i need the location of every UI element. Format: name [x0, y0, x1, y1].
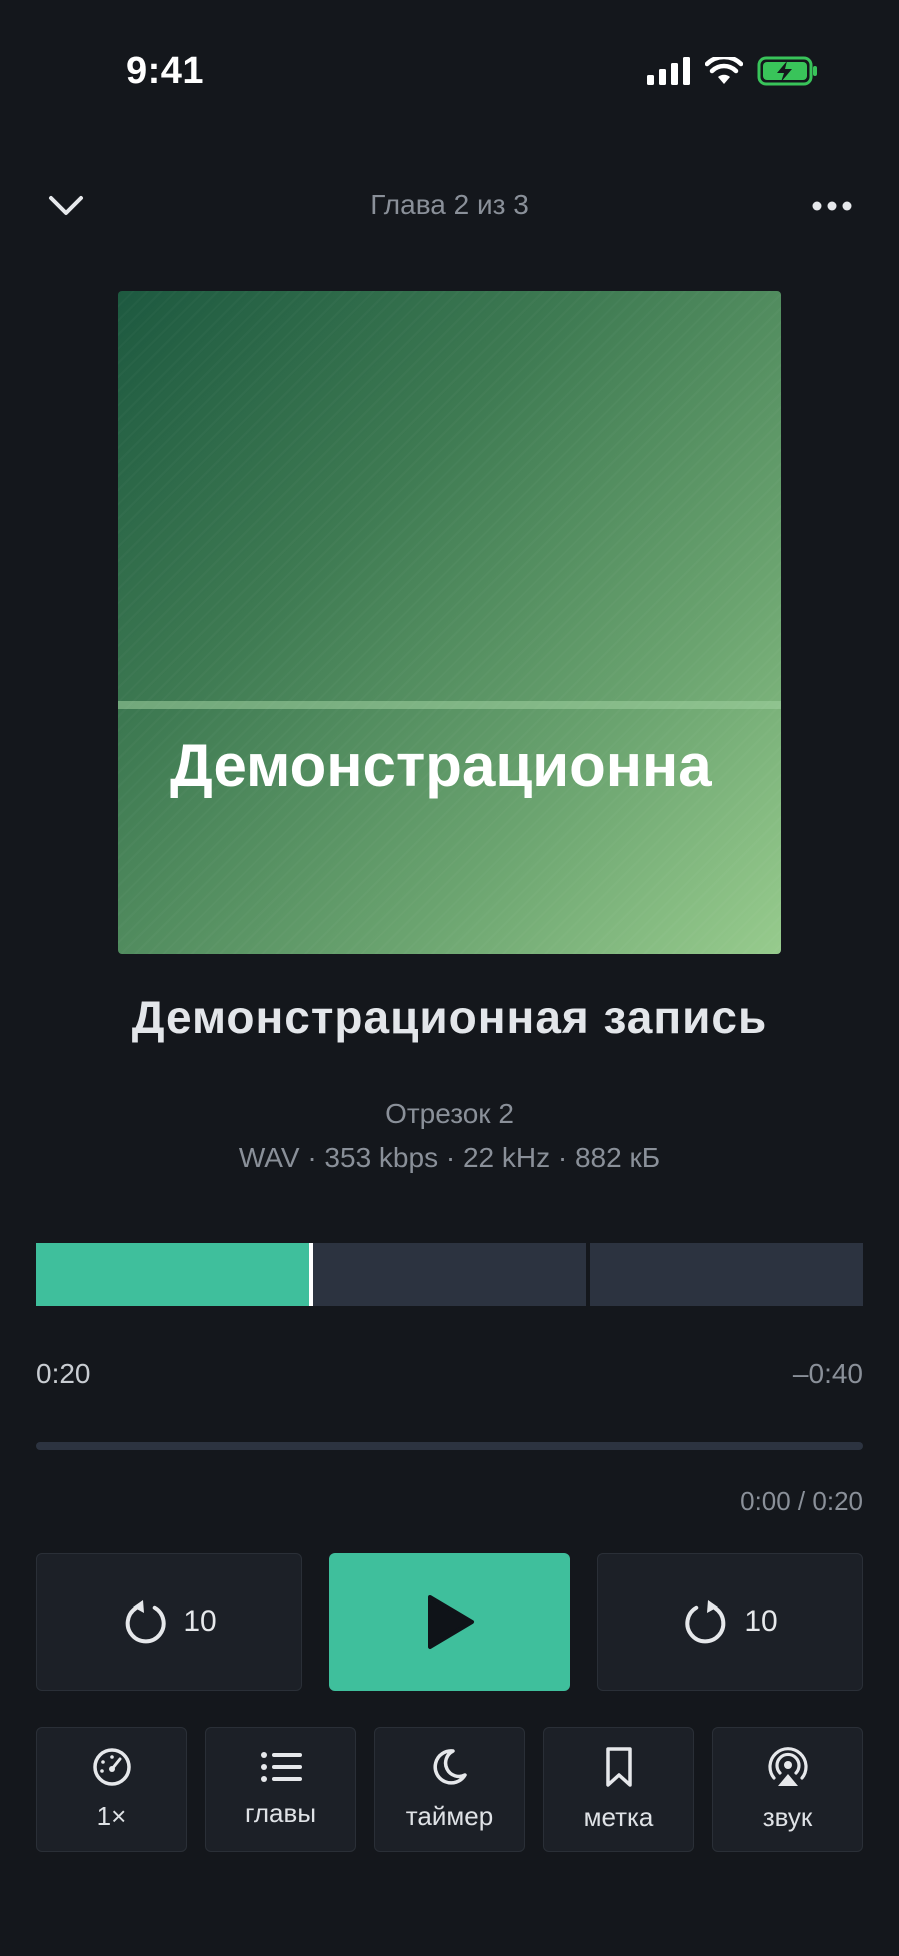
track-title: Демонстрационная запись: [131, 991, 768, 1043]
chapter-segment-3[interactable]: [590, 1243, 863, 1306]
moon-icon: [432, 1749, 467, 1785]
artwork-title: Демонстрационна: [170, 732, 712, 799]
remaining-time: –0:40: [792, 1358, 863, 1389]
chapters-button[interactable]: главы: [205, 1727, 356, 1852]
skip-forward-button[interactable]: 10: [597, 1553, 863, 1691]
wifi-icon: [705, 57, 743, 84]
artwork-divider: [118, 701, 781, 709]
more-horizontal-icon: [812, 201, 852, 211]
elapsed-time: 0:20: [36, 1358, 91, 1389]
chapters-label: главы: [244, 1798, 317, 1828]
speed-button[interactable]: 1×: [36, 1727, 187, 1852]
bookmark-label: метка: [583, 1802, 654, 1832]
airplay-audio-icon: [767, 1747, 808, 1786]
track-format-info: WAV · 353 kbps · 22 kHz · 882 кБ: [238, 1142, 661, 1173]
status-time: 9:41: [126, 50, 205, 92]
chapter-scrubber[interactable]: [36, 1442, 863, 1450]
skip-back-label: 10: [183, 1605, 217, 1638]
chapter-indicator: Глава 2 из 3: [370, 189, 529, 220]
speedometer-icon: [92, 1748, 131, 1786]
audio-output-label: звук: [762, 1802, 813, 1832]
play-button[interactable]: [329, 1553, 570, 1691]
more-options-button[interactable]: [800, 174, 864, 238]
chapter-segment-2[interactable]: [313, 1243, 586, 1306]
sleep-timer-button[interactable]: таймер: [374, 1727, 525, 1852]
speed-label: 1×: [96, 1801, 127, 1831]
bookmark-button[interactable]: метка: [543, 1727, 694, 1852]
chapter-segment-fill: [36, 1243, 309, 1306]
battery-charging-icon: [757, 56, 817, 86]
skip-forward-label: 10: [744, 1605, 778, 1638]
audio-output-button[interactable]: звук: [712, 1727, 863, 1852]
list-icon: [260, 1752, 302, 1782]
skip-back-button[interactable]: 10: [36, 1553, 302, 1691]
chapter-progress-bar[interactable]: [36, 1243, 863, 1306]
artwork-texture: [118, 291, 781, 954]
chapter-time: 0:00 / 0:20: [740, 1486, 863, 1516]
rotate-ccw-icon: [125, 1600, 166, 1644]
rotate-cw-icon: [685, 1600, 726, 1644]
play-icon: [427, 1595, 474, 1649]
chapter-segment-1[interactable]: [36, 1243, 309, 1306]
track-subtitle: Отрезок 2: [385, 1098, 514, 1129]
cellular-signal-icon: [647, 57, 690, 85]
status-icons: [647, 56, 819, 86]
cover-artwork: Демонстрационна: [118, 291, 781, 954]
bookmark-icon: [605, 1747, 632, 1787]
sleep-timer-label: таймер: [405, 1801, 494, 1831]
